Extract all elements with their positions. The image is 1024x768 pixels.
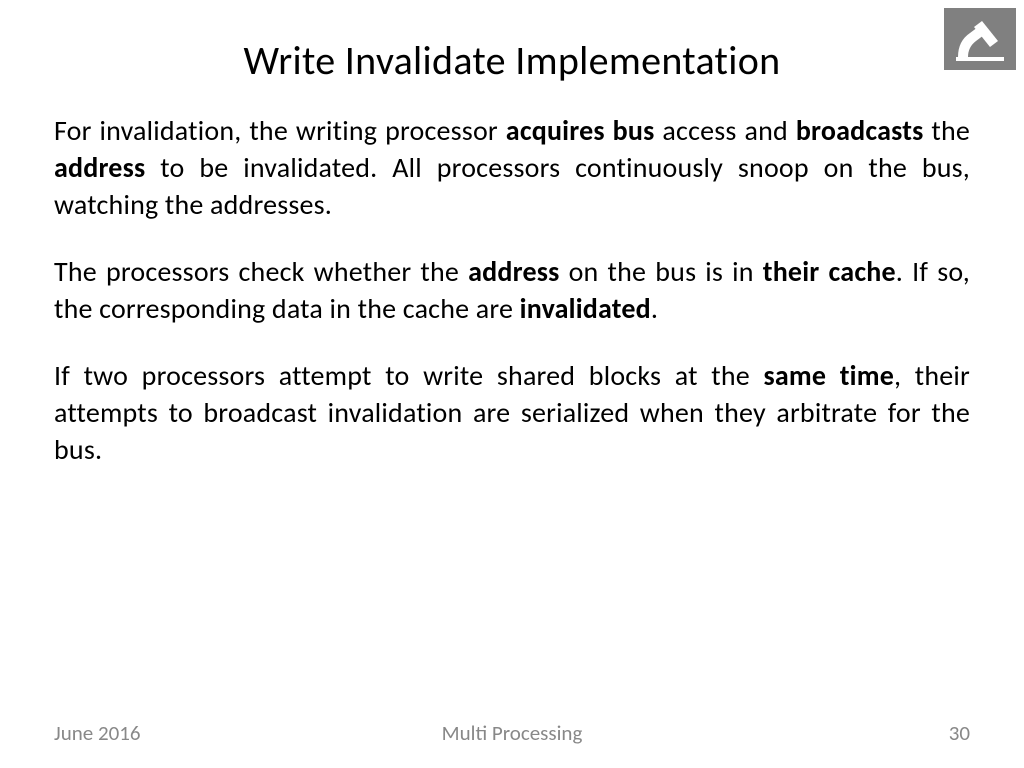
bold-text: address xyxy=(468,254,559,289)
paragraph-3: If two processors attempt to write share… xyxy=(54,358,970,469)
text-span: the xyxy=(923,113,970,148)
text-span: The processors check whether the xyxy=(54,254,468,289)
text-span: to be invalidated. All processors contin… xyxy=(54,150,970,222)
text-span: For invalidation, the writing processor xyxy=(54,113,506,148)
text-span: on the bus is in xyxy=(560,254,763,289)
bold-text: invalidated xyxy=(520,291,651,326)
footer-date: June 2016 xyxy=(54,720,141,746)
footer-topic: Multi Processing xyxy=(442,720,583,746)
bold-text: broadcasts xyxy=(796,113,924,148)
paragraph-2: The processors check whether the address… xyxy=(54,254,970,328)
slide-content: For invalidation, the writing processor … xyxy=(0,113,1024,469)
footer-page-number: 30 xyxy=(949,720,970,746)
bold-text: address xyxy=(54,150,145,185)
bold-text: acquires bus xyxy=(506,113,655,148)
bold-text: their cache xyxy=(763,254,896,289)
paragraph-1: For invalidation, the writing processor … xyxy=(54,113,970,224)
university-logo-icon xyxy=(944,8,1016,70)
text-span: . xyxy=(651,291,658,326)
bold-text: same time xyxy=(763,358,894,393)
slide-title: Write Invalidate Implementation xyxy=(0,0,1024,113)
slide-footer: June 2016 Multi Processing 30 xyxy=(0,720,1024,746)
text-span: access and xyxy=(655,113,796,148)
text-span: If two processors attempt to write share… xyxy=(54,358,763,393)
